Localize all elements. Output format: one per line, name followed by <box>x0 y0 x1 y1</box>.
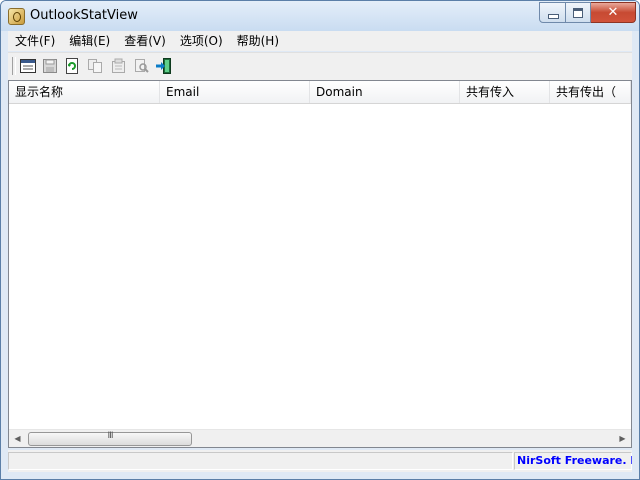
menu-help[interactable]: 帮助(H) <box>230 31 286 51</box>
column-header-total-incoming[interactable]: 共有传入 <box>460 81 550 103</box>
exit-icon[interactable] <box>155 57 173 75</box>
scroll-left-icon[interactable]: ◀ <box>9 430 26 447</box>
menu-options[interactable]: 选项(O) <box>173 31 230 51</box>
html-report-icon[interactable] <box>19 57 37 75</box>
menu-bar: 文件(F) 编辑(E) 查看(V) 选项(O) 帮助(H) <box>8 31 632 51</box>
toolbar <box>8 52 632 80</box>
column-header-email[interactable]: Email <box>160 81 310 103</box>
close-button[interactable]: ✕ <box>591 2 636 23</box>
app-icon[interactable] <box>8 8 25 25</box>
nirsoft-link[interactable]: NirSoft Freeware. http://www.nirsoft.net <box>517 454 632 467</box>
menu-edit[interactable]: 编辑(E) <box>62 31 117 51</box>
minimize-button[interactable] <box>539 2 566 23</box>
column-header-total-outgoing[interactable]: 共有传出（ <box>550 81 631 103</box>
window-controls: ✕ <box>539 2 636 23</box>
status-bar: NirSoft Freeware. http://www.nirsoft.net <box>8 450 632 472</box>
scroll-right-icon[interactable]: ▶ <box>614 430 631 447</box>
scrollbar-grip-icon: III <box>107 431 114 441</box>
scrollbar-thumb[interactable]: III <box>28 431 192 446</box>
maximize-button[interactable] <box>566 2 591 23</box>
horizontal-scrollbar[interactable]: ◀ III ▶ <box>9 429 631 447</box>
window-title: OutlookStatView <box>30 8 138 23</box>
menu-view[interactable]: 查看(V) <box>117 31 173 51</box>
find-icon[interactable] <box>132 57 150 75</box>
title-bar[interactable]: OutlookStatView ✕ <box>1 1 639 31</box>
save-icon[interactable] <box>41 57 59 75</box>
close-icon: ✕ <box>607 5 619 20</box>
status-panel-main <box>8 452 513 470</box>
table-header: 显示名称 Email Domain 共有传入 共有传出（ <box>9 81 631 104</box>
properties-icon[interactable] <box>109 57 127 75</box>
app-window: OutlookStatView ✕ 文件(F) 编辑(E) 查看(V) 选项(O… <box>0 0 640 480</box>
toolbar-grip <box>12 57 16 75</box>
menu-file[interactable]: 文件(F) <box>8 31 62 51</box>
refresh-icon[interactable] <box>63 57 81 75</box>
copy-icon[interactable] <box>86 57 104 75</box>
column-header-domain[interactable]: Domain <box>310 81 460 103</box>
report-table[interactable]: 显示名称 Email Domain 共有传入 共有传出（ ◀ III ▶ <box>8 80 632 448</box>
column-header-display-name[interactable]: 显示名称 <box>9 81 160 103</box>
